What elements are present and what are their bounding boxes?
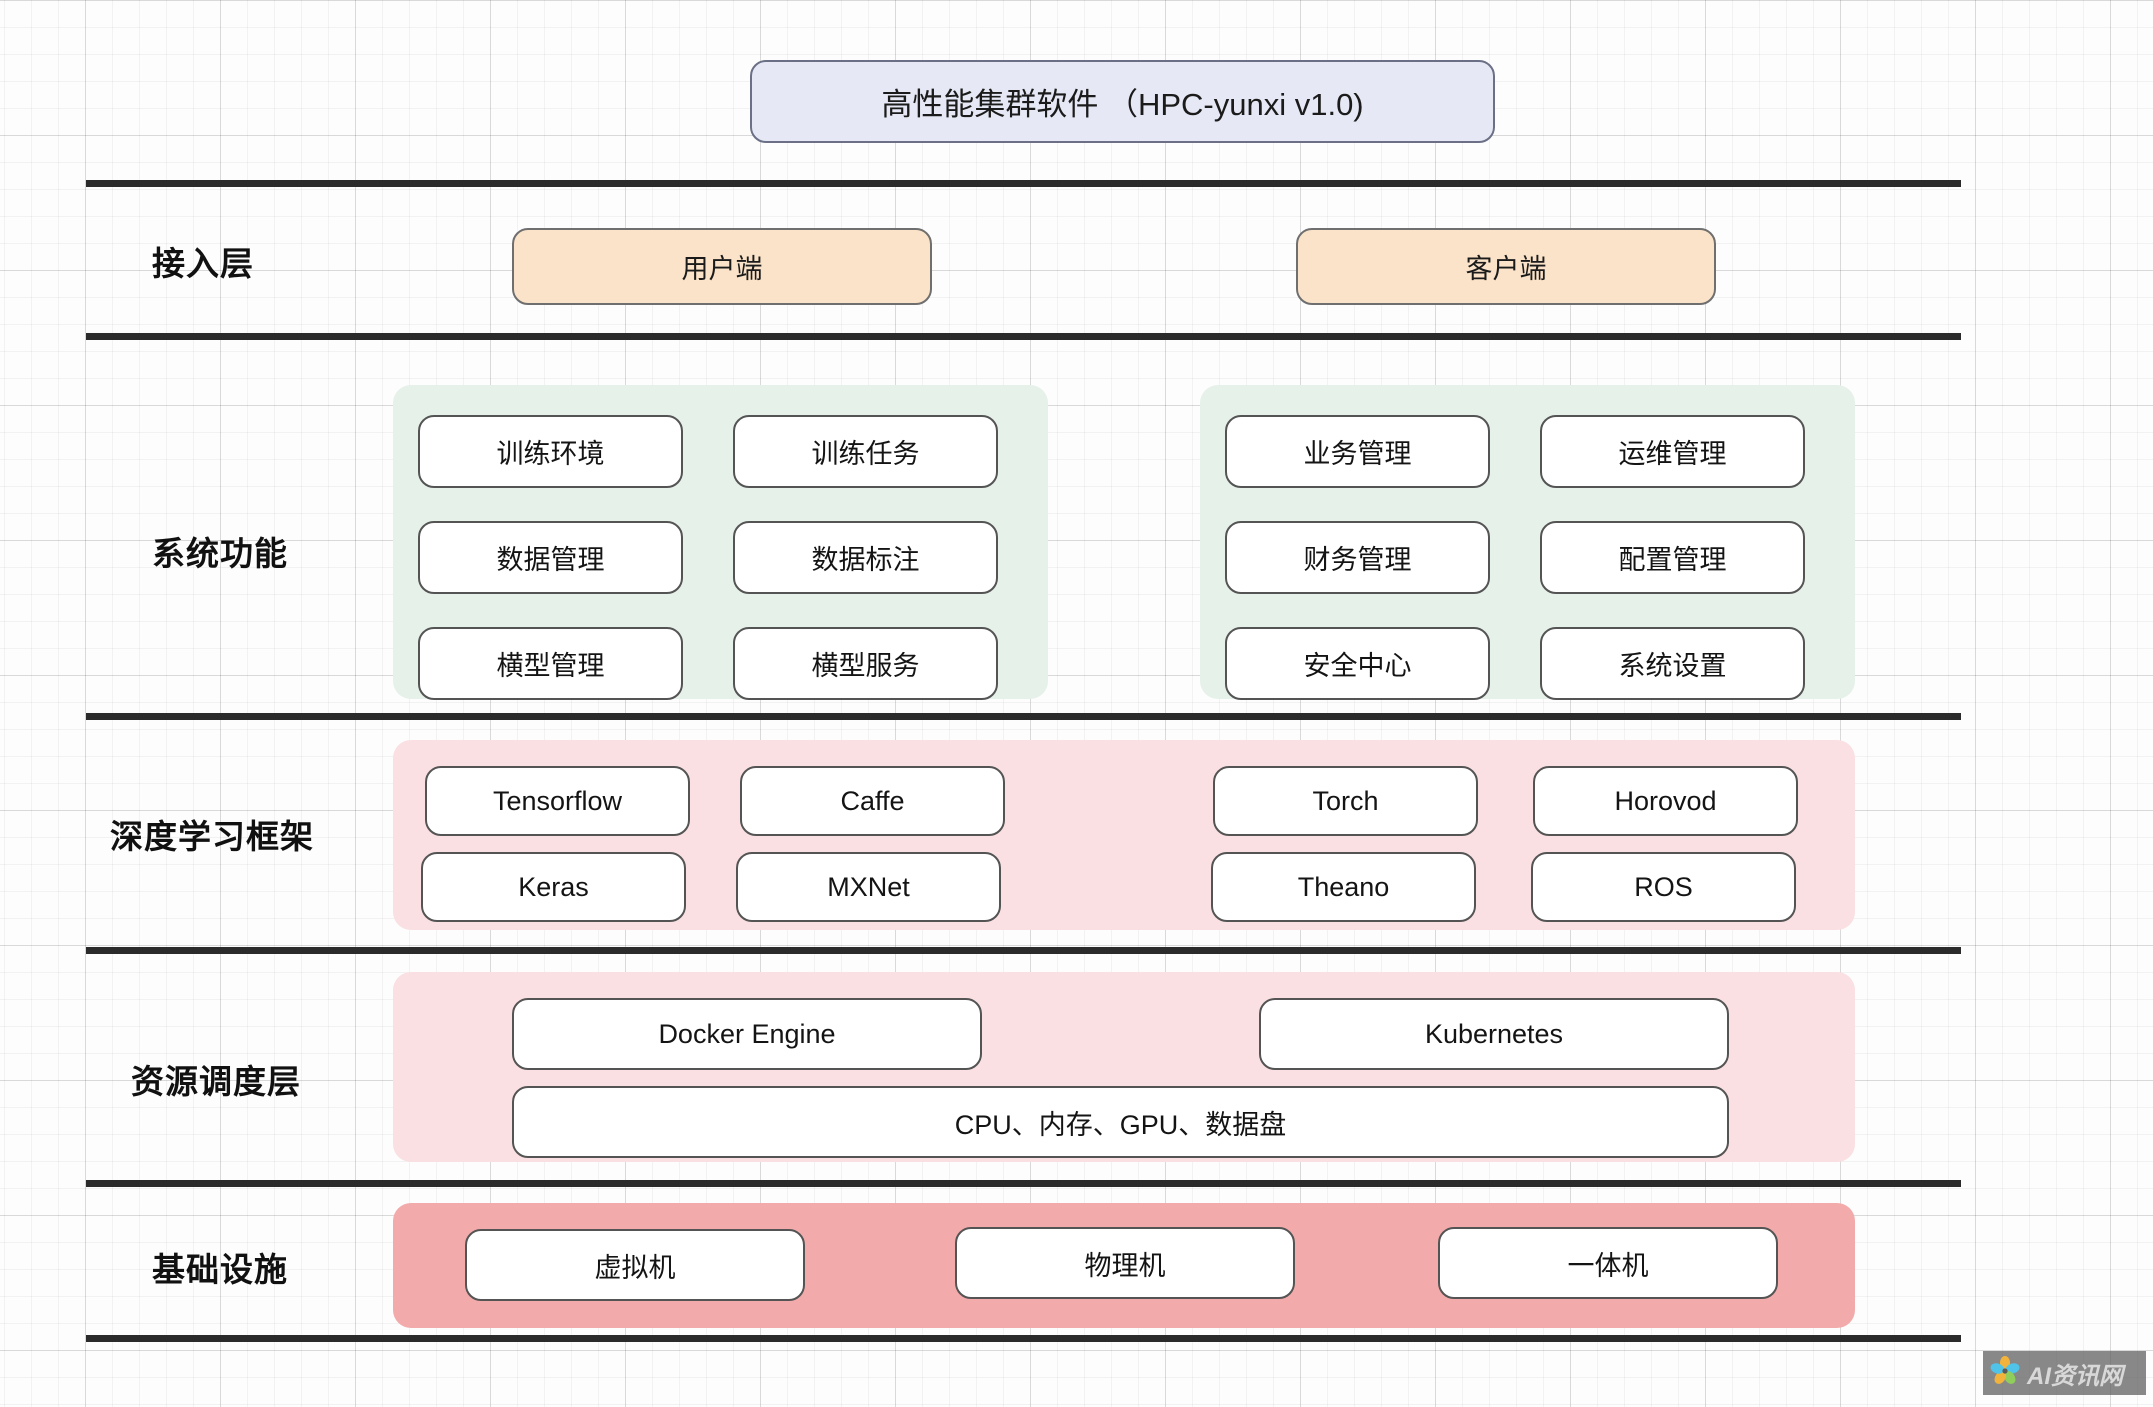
framework-cell-theano[interactable]: Theano — [1211, 852, 1476, 922]
cell-label: CPU、内存、GPU、数据盘 — [954, 1109, 1287, 1140]
resource-cell-docker-engine[interactable]: Docker Engine — [512, 998, 982, 1070]
cell-label: 物理机 — [1084, 1250, 1166, 1281]
cell-label: ROS — [1634, 871, 1693, 902]
system-title-box: 高性能集群软件 （HPC-yunxi v1.0) — [750, 60, 1495, 143]
layer-label-infrastructure: 基础设施 — [152, 1251, 288, 1288]
cell-label: 系统设置 — [1618, 651, 1727, 681]
system-function-cell-config-management[interactable]: 配置管理 — [1540, 521, 1805, 594]
cell-label: 运维管理 — [1618, 439, 1727, 469]
system-function-cell-finance-management[interactable]: 财务管理 — [1225, 521, 1490, 594]
infrastructure-cell-physical-machine[interactable]: 物理机 — [955, 1227, 1295, 1299]
cell-label: Torch — [1312, 785, 1379, 816]
system-function-cell-system-settings[interactable]: 系统设置 — [1540, 627, 1805, 700]
cell-label: 财务管理 — [1303, 545, 1412, 575]
divider-bottom — [86, 1335, 1961, 1342]
resource-cell-hardware-resources[interactable]: CPU、内存、GPU、数据盘 — [512, 1086, 1729, 1158]
layer-label-deep-learning-frameworks: 深度学习框架 — [110, 818, 314, 855]
infrastructure-cell-all-in-one-machine[interactable]: 一体机 — [1438, 1227, 1778, 1299]
cell-label: Docker Engine — [658, 1018, 836, 1049]
cell-label: 数据管理 — [496, 545, 605, 575]
infrastructure-cell-virtual-machine[interactable]: 虚拟机 — [465, 1229, 805, 1301]
cell-label: Keras — [518, 871, 589, 902]
system-function-cell-training-task[interactable]: 训练任务 — [733, 415, 998, 488]
cell-label: MXNet — [827, 871, 910, 902]
framework-cell-torch[interactable]: Torch — [1213, 766, 1478, 836]
cell-label: 训练环境 — [496, 439, 605, 469]
cell-label: 训练任务 — [811, 439, 920, 469]
infrastructure-group: 虚拟机 物理机 一体机 — [393, 1203, 1855, 1328]
cell-label: 横型服务 — [811, 651, 920, 681]
cell-label: Kubernetes — [1424, 1018, 1564, 1049]
system-title-text: 高性能集群软件 （HPC-yunxi v1.0) — [881, 87, 1364, 122]
divider-above-infrastructure — [86, 1180, 1961, 1187]
access-box-client-label: 客户端 — [1465, 254, 1547, 284]
cell-label: Caffe — [840, 785, 905, 816]
system-functions-group-right: 业务管理 运维管理 财务管理 配置管理 安全中心 系统设置 — [1200, 385, 1855, 700]
system-function-cell-training-env[interactable]: 训练环境 — [418, 415, 683, 488]
system-function-cell-data-management[interactable]: 数据管理 — [418, 521, 683, 594]
access-box-user-end-label: 用户端 — [681, 254, 763, 284]
cell-label: Tensorflow — [492, 785, 623, 816]
layer-label-resource-scheduling: 资源调度层 — [131, 1063, 301, 1100]
layer-label-access: 接入层 — [152, 245, 254, 282]
layer-label-system-functions: 系统功能 — [152, 535, 288, 572]
divider-above-resource-scheduling — [86, 947, 1961, 954]
framework-cell-keras[interactable]: Keras — [421, 852, 686, 922]
cell-label: Horovod — [1614, 785, 1717, 816]
framework-cell-ros[interactable]: ROS — [1531, 852, 1796, 922]
system-function-cell-business-management[interactable]: 业务管理 — [1225, 415, 1490, 488]
system-function-cell-model-service[interactable]: 横型服务 — [733, 627, 998, 700]
framework-cell-mxnet[interactable]: MXNet — [736, 852, 1001, 922]
resource-scheduling-group: Docker Engine Kubernetes CPU、内存、GPU、数据盘 — [393, 972, 1855, 1162]
cell-label: 业务管理 — [1303, 439, 1412, 469]
resource-cell-kubernetes[interactable]: Kubernetes — [1259, 998, 1729, 1070]
system-function-cell-data-annotation[interactable]: 数据标注 — [733, 521, 998, 594]
watermark-text: AI资讯网 — [2027, 1362, 2123, 1390]
system-function-cell-ops-management[interactable]: 运维管理 — [1540, 415, 1805, 488]
architecture-diagram: 高性能集群软件 （HPC-yunxi v1.0) 接入层 用户端 客户端 系统功… — [0, 0, 2153, 1407]
cell-label: 虚拟机 — [594, 1252, 676, 1283]
divider-above-access — [86, 180, 1961, 187]
system-function-cell-security-center[interactable]: 安全中心 — [1225, 627, 1490, 700]
framework-cell-horovod[interactable]: Horovod — [1533, 766, 1798, 836]
cell-label: 安全中心 — [1303, 651, 1412, 681]
access-box-user-end[interactable]: 用户端 — [512, 228, 932, 305]
framework-cell-caffe[interactable]: Caffe — [740, 766, 1005, 836]
system-function-cell-model-management[interactable]: 横型管理 — [418, 627, 683, 700]
cell-label: 配置管理 — [1618, 545, 1727, 575]
access-box-client[interactable]: 客户端 — [1296, 228, 1716, 305]
framework-cell-tensorflow[interactable]: Tensorflow — [425, 766, 690, 836]
divider-above-frameworks — [86, 713, 1961, 720]
cell-label: 一体机 — [1567, 1250, 1649, 1281]
divider-above-system-functions — [86, 333, 1961, 340]
cell-label: 数据标注 — [811, 545, 920, 575]
system-functions-group-left: 训练环境 训练任务 数据管理 数据标注 横型管理 横型服务 — [393, 385, 1048, 700]
cell-label: Theano — [1297, 871, 1390, 902]
frameworks-group: Tensorflow Caffe Keras MXNet Torch Horov… — [393, 740, 1855, 930]
cell-label: 横型管理 — [496, 651, 605, 681]
watermark: AI资讯网 — [1983, 1351, 2146, 1395]
flower-logo-icon — [1988, 1354, 2022, 1393]
